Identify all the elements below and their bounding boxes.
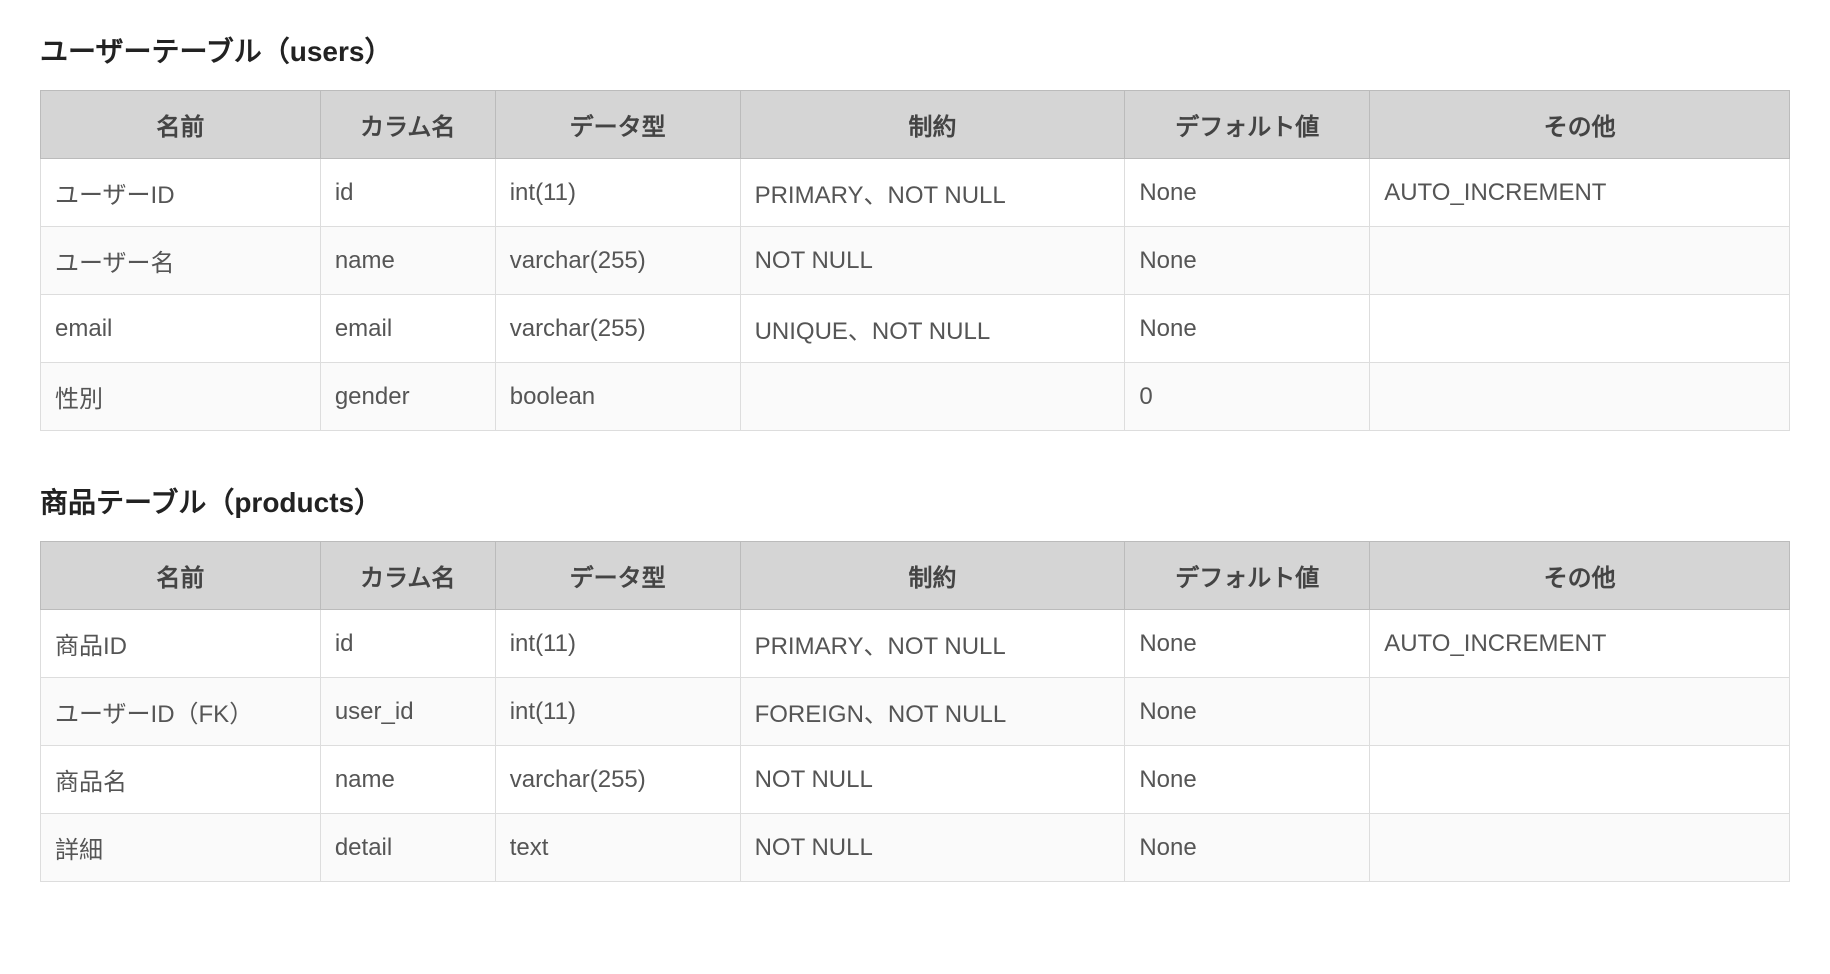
cell-name: ユーザーID xyxy=(41,159,321,227)
cell-datatype: int(11) xyxy=(495,159,740,227)
cell-default: None xyxy=(1125,295,1370,363)
cell-column: email xyxy=(320,295,495,363)
table-row: 商品名 name varchar(255) NOT NULL None xyxy=(41,746,1790,814)
col-header-column: カラム名 xyxy=(320,542,495,610)
col-header-datatype: データ型 xyxy=(495,542,740,610)
cell-column: id xyxy=(320,610,495,678)
cell-other: AUTO_INCREMENT xyxy=(1370,610,1790,678)
cell-other xyxy=(1370,295,1790,363)
col-header-datatype: データ型 xyxy=(495,91,740,159)
col-header-default: デフォルト値 xyxy=(1125,542,1370,610)
table-row: 性別 gender boolean 0 xyxy=(41,363,1790,431)
cell-constraint: NOT NULL xyxy=(740,746,1125,814)
cell-constraint: PRIMARY、NOT NULL xyxy=(740,610,1125,678)
cell-name: ユーザーID（FK） xyxy=(41,678,321,746)
cell-column: user_id xyxy=(320,678,495,746)
cell-column: gender xyxy=(320,363,495,431)
col-header-default: デフォルト値 xyxy=(1125,91,1370,159)
cell-name: 商品名 xyxy=(41,746,321,814)
cell-name: 性別 xyxy=(41,363,321,431)
cell-column: id xyxy=(320,159,495,227)
col-header-name: 名前 xyxy=(41,91,321,159)
table-header-row: 名前 カラム名 データ型 制約 デフォルト値 その他 xyxy=(41,542,1790,610)
cell-constraint: UNIQUE、NOT NULL xyxy=(740,295,1125,363)
users-table-title: ユーザーテーブル（users） xyxy=(40,30,1790,70)
users-table: 名前 カラム名 データ型 制約 デフォルト値 その他 ユーザーID id int… xyxy=(40,90,1790,431)
cell-other xyxy=(1370,227,1790,295)
cell-datatype: varchar(255) xyxy=(495,295,740,363)
table-row: 商品ID id int(11) PRIMARY、NOT NULL None AU… xyxy=(41,610,1790,678)
cell-name: email xyxy=(41,295,321,363)
cell-other xyxy=(1370,814,1790,882)
cell-constraint: PRIMARY、NOT NULL xyxy=(740,159,1125,227)
col-header-other: その他 xyxy=(1370,542,1790,610)
table-row: 詳細 detail text NOT NULL None xyxy=(41,814,1790,882)
cell-default: 0 xyxy=(1125,363,1370,431)
cell-datatype: int(11) xyxy=(495,678,740,746)
cell-other xyxy=(1370,746,1790,814)
users-table-section: ユーザーテーブル（users） 名前 カラム名 データ型 制約 デフォルト値 そ… xyxy=(40,30,1790,431)
cell-datatype: varchar(255) xyxy=(495,746,740,814)
col-header-column: カラム名 xyxy=(320,91,495,159)
table-header-row: 名前 カラム名 データ型 制約 デフォルト値 その他 xyxy=(41,91,1790,159)
cell-column: name xyxy=(320,746,495,814)
cell-datatype: varchar(255) xyxy=(495,227,740,295)
table-row: ユーザーID id int(11) PRIMARY、NOT NULL None … xyxy=(41,159,1790,227)
cell-other: AUTO_INCREMENT xyxy=(1370,159,1790,227)
cell-default: None xyxy=(1125,814,1370,882)
cell-datatype: text xyxy=(495,814,740,882)
table-row: ユーザーID（FK） user_id int(11) FOREIGN、NOT N… xyxy=(41,678,1790,746)
cell-name: ユーザー名 xyxy=(41,227,321,295)
cell-constraint: NOT NULL xyxy=(740,227,1125,295)
cell-default: None xyxy=(1125,678,1370,746)
cell-default: None xyxy=(1125,159,1370,227)
products-table-section: 商品テーブル（products） 名前 カラム名 データ型 制約 デフォルト値 … xyxy=(40,481,1790,882)
cell-constraint xyxy=(740,363,1125,431)
col-header-constraint: 制約 xyxy=(740,91,1125,159)
products-table-title: 商品テーブル（products） xyxy=(40,481,1790,521)
cell-other xyxy=(1370,363,1790,431)
col-header-other: その他 xyxy=(1370,91,1790,159)
products-table: 名前 カラム名 データ型 制約 デフォルト値 その他 商品ID id int(1… xyxy=(40,541,1790,882)
cell-constraint: NOT NULL xyxy=(740,814,1125,882)
cell-default: None xyxy=(1125,746,1370,814)
table-row: email email varchar(255) UNIQUE、NOT NULL… xyxy=(41,295,1790,363)
cell-datatype: int(11) xyxy=(495,610,740,678)
cell-default: None xyxy=(1125,610,1370,678)
cell-name: 商品ID xyxy=(41,610,321,678)
col-header-constraint: 制約 xyxy=(740,542,1125,610)
table-row: ユーザー名 name varchar(255) NOT NULL None xyxy=(41,227,1790,295)
cell-column: detail xyxy=(320,814,495,882)
cell-name: 詳細 xyxy=(41,814,321,882)
cell-default: None xyxy=(1125,227,1370,295)
cell-other xyxy=(1370,678,1790,746)
cell-constraint: FOREIGN、NOT NULL xyxy=(740,678,1125,746)
col-header-name: 名前 xyxy=(41,542,321,610)
cell-datatype: boolean xyxy=(495,363,740,431)
cell-column: name xyxy=(320,227,495,295)
